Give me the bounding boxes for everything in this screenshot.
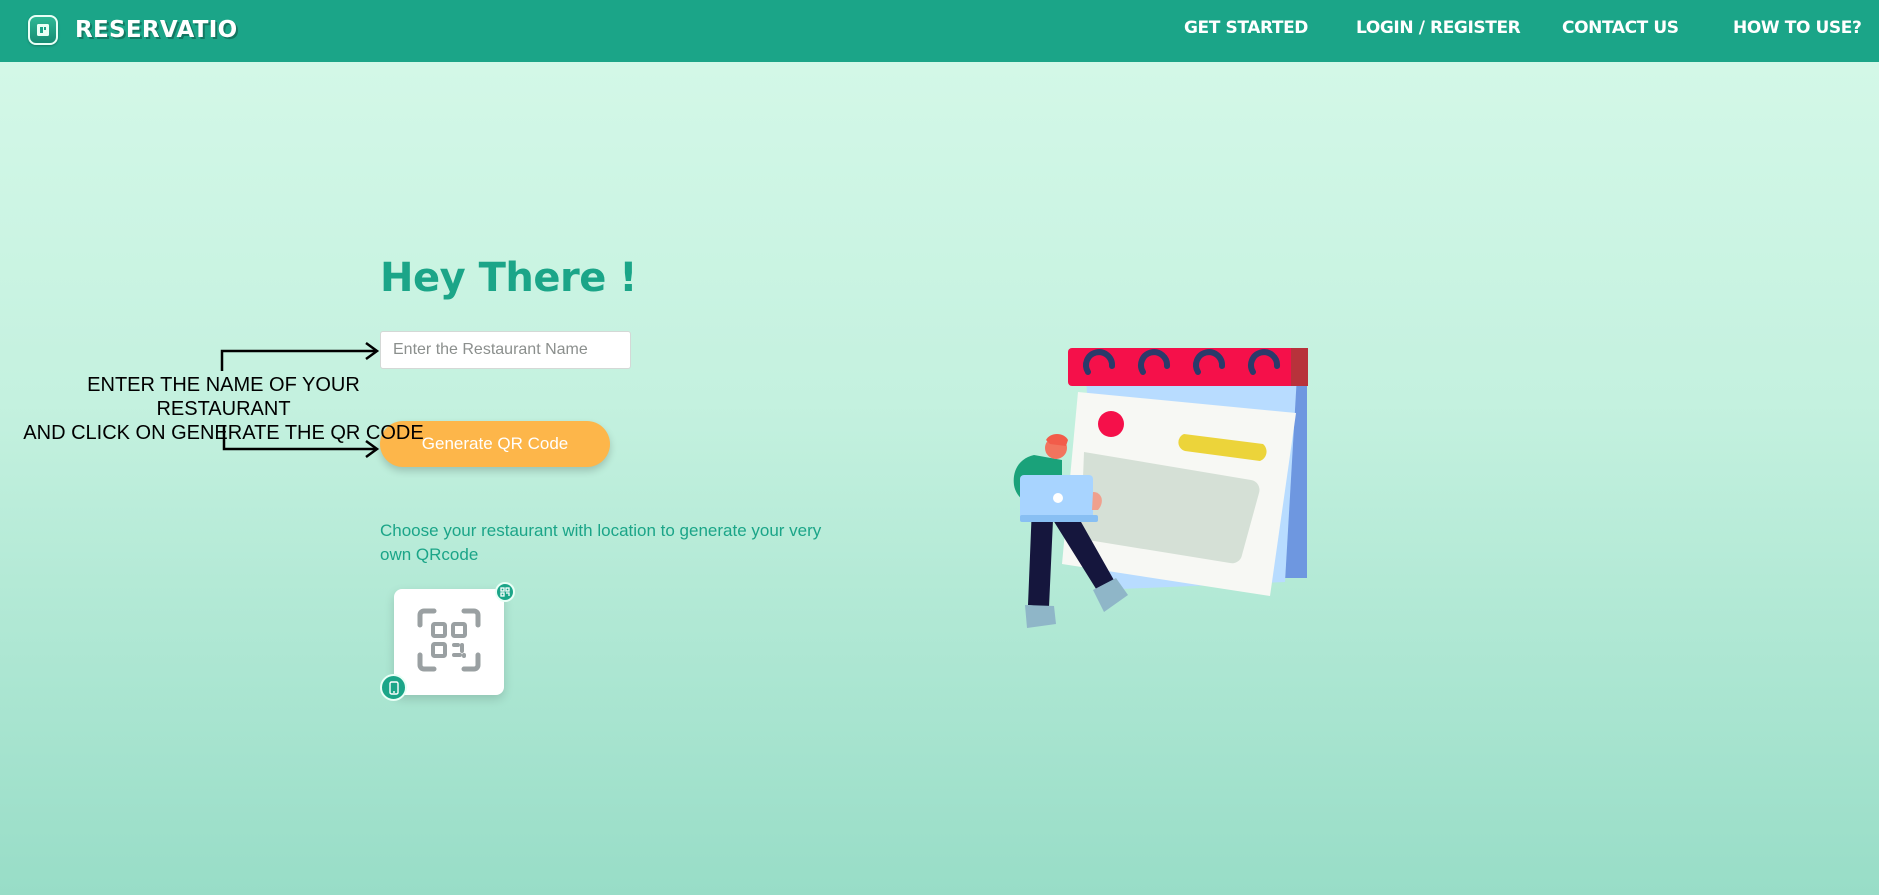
arrow-to-input xyxy=(220,349,376,371)
arrow-to-button xyxy=(222,425,376,451)
nav-how-to-use[interactable]: HOW TO USE? xyxy=(1733,18,1862,38)
nav-login-register[interactable]: LOGIN / REGISTER xyxy=(1356,18,1521,38)
phone-icon xyxy=(380,674,407,701)
calendar-person-illustration xyxy=(1013,348,1308,628)
nav-get-started[interactable]: GET STARTED xyxy=(1184,18,1308,38)
qr-scan-icon xyxy=(416,607,482,677)
qr-code-card xyxy=(394,589,504,695)
help-text: Choose your restaurant with location to … xyxy=(380,521,822,564)
nav-contact-us[interactable]: CONTACT US xyxy=(1562,18,1679,38)
qr-small-icon xyxy=(495,582,515,602)
annotation-arrows xyxy=(220,341,380,459)
